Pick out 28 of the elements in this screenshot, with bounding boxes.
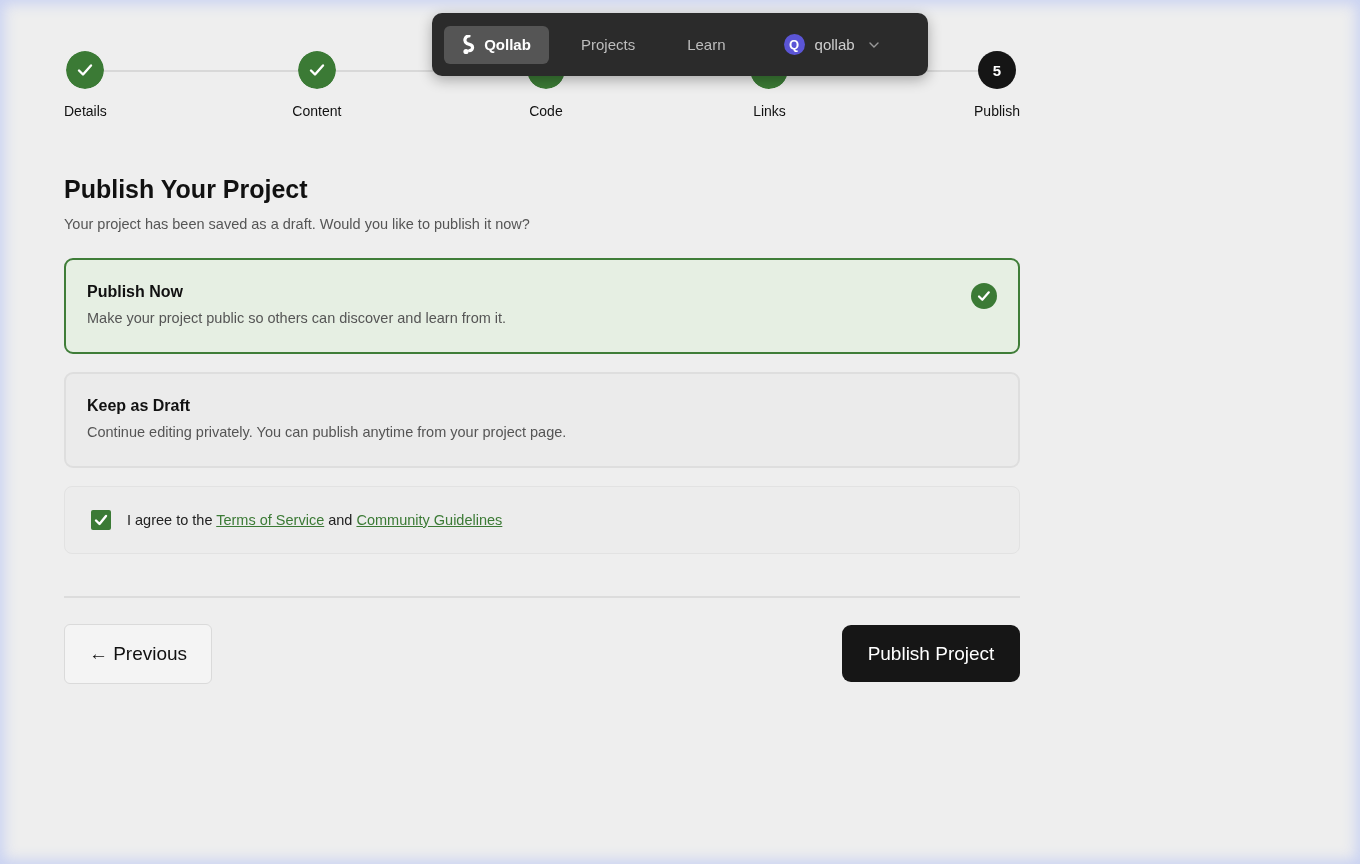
step-number: 5 — [978, 51, 1016, 89]
logo-icon — [462, 34, 477, 55]
option-title: Keep as Draft — [87, 397, 192, 415]
guidelines-link[interactable]: Community Guidelines — [356, 512, 503, 528]
step-label: Code — [529, 103, 563, 119]
nav-link[interactable]: Learn — [687, 36, 726, 53]
option-description: Make your project public so others can discover and learn from it. — [87, 310, 507, 326]
option-description: Continue editing privately. You can publish anytime from your project page. — [87, 424, 567, 440]
step-label: Links — [753, 103, 786, 119]
option-title: Publish Now — [87, 283, 184, 301]
checkbox[interactable] — [91, 510, 111, 530]
nav-link[interactable]: Projects — [581, 36, 636, 53]
user-avatar[interactable]: Q — [783, 34, 805, 55]
option-card[interactable]: Publish Now Make your project public so others can discover and learn from it. — [64, 258, 1020, 354]
check-circle-icon — [971, 283, 997, 309]
terms-link[interactable]: Terms of Service — [216, 512, 325, 528]
brand-button[interactable]: Qollab — [444, 25, 549, 64]
previous-button[interactable]: ← Previous — [64, 623, 212, 684]
step-label: Content — [292, 103, 342, 119]
option-card[interactable]: Keep as Draft Continue editing privately. You can publish anytime from your project page. — [64, 372, 1020, 468]
page-title: Publish Your Project — [64, 175, 309, 204]
step-label: Details — [64, 103, 107, 119]
chevron-down-icon[interactable] — [868, 41, 879, 48]
user-name[interactable]: qollab — [814, 36, 855, 53]
publish-button[interactable]: Publish Project — [842, 625, 1020, 682]
agreement-text: I agree to the Terms of Service and Community Guidelines — [127, 512, 503, 528]
step-label: Publish — [974, 103, 1020, 119]
page-subtitle: Your project has been saved as a draft. Would you like to publish it now? — [64, 216, 531, 232]
